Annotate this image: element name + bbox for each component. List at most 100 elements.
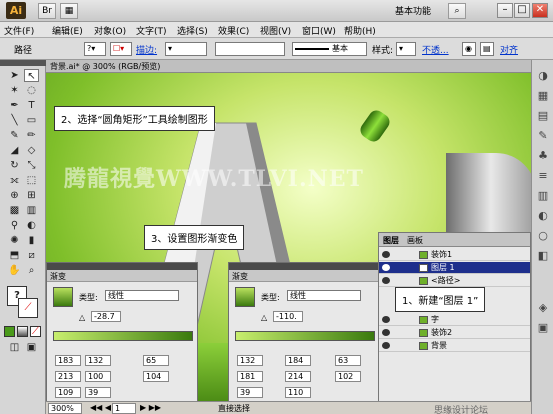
fill-swatch[interactable]: ?▾: [84, 42, 106, 56]
visibility-eye-icon[interactable]: [382, 277, 390, 284]
gradient-panel-icon[interactable]: ▥: [535, 188, 551, 204]
blob-brush-tool-icon[interactable]: ◢: [7, 144, 22, 157]
screen-mode-icon[interactable]: ▣: [24, 341, 39, 354]
close-button[interactable]: ✕: [532, 3, 548, 18]
draw-normal-icon[interactable]: ◫: [7, 341, 22, 354]
transparency-icon[interactable]: ◐: [535, 208, 551, 224]
type-tool-icon[interactable]: T: [24, 99, 39, 112]
gradient-swatch[interactable]: [235, 287, 255, 307]
bridge-button[interactable]: Br: [38, 3, 56, 19]
stop-value[interactable]: 102: [335, 371, 361, 382]
layers-panel-icon[interactable]: ◈: [535, 300, 551, 316]
width-tool-icon[interactable]: ⟗: [7, 174, 22, 187]
tab-layers[interactable]: 图层: [383, 235, 399, 246]
graphic-styles-icon[interactable]: ◧: [535, 248, 551, 264]
appearance-icon[interactable]: ○: [535, 228, 551, 244]
stop-value[interactable]: 132: [237, 355, 263, 366]
document-tab[interactable]: 背景.ai* @ 300% (RGB/预览): [50, 61, 160, 72]
artboard-tool-icon[interactable]: ⬒: [7, 249, 22, 262]
tab-gradient[interactable]: 渐变: [50, 271, 66, 282]
column-graph-tool-icon[interactable]: ▮: [24, 234, 39, 247]
eyedropper-tool-icon[interactable]: ⚲: [7, 219, 22, 232]
stop-value[interactable]: 183: [55, 355, 81, 366]
page-select[interactable]: 1: [112, 403, 136, 414]
symbol-sprayer-tool-icon[interactable]: ✺: [7, 234, 22, 247]
gradient-mode-icon[interactable]: [17, 326, 28, 337]
line-tool-icon[interactable]: ╲: [7, 114, 22, 127]
stop-value[interactable]: 109: [55, 387, 81, 398]
symbols-icon[interactable]: ♣: [535, 148, 551, 164]
layer-row[interactable]: <路径>: [379, 275, 530, 287]
stroke-weight-input[interactable]: ▾: [165, 42, 207, 56]
green-rounded-rectangle[interactable]: [357, 107, 393, 145]
lasso-tool-icon[interactable]: ◌: [24, 84, 39, 97]
stop-value[interactable]: 104: [143, 371, 169, 382]
paintbrush-tool-icon[interactable]: ✎: [7, 129, 22, 142]
selection-tool-icon[interactable]: ➤: [7, 69, 22, 82]
artboards-panel-icon[interactable]: ▣: [535, 320, 551, 336]
brushes-icon[interactable]: ✎: [535, 128, 551, 144]
stop-value[interactable]: 39: [85, 387, 111, 398]
layer-row[interactable]: 装饰1: [379, 249, 530, 261]
stop-value[interactable]: 63: [335, 355, 361, 366]
tab-gradient[interactable]: 渐变: [232, 271, 248, 282]
menu-effect[interactable]: 效果(C): [218, 24, 249, 37]
pencil-tool-icon[interactable]: ✏: [24, 129, 39, 142]
blend-tool-icon[interactable]: ◐: [24, 219, 39, 232]
rotate-tool-icon[interactable]: ↻: [7, 159, 22, 172]
gradient-type-select[interactable]: 线性: [105, 290, 179, 301]
slice-tool-icon[interactable]: ⧄: [24, 249, 39, 262]
align-icon[interactable]: ▤: [480, 42, 494, 56]
gradient-type-select[interactable]: 线性: [287, 290, 361, 301]
menu-edit[interactable]: 编辑(E): [52, 24, 83, 37]
hand-tool-icon[interactable]: ✋: [7, 264, 22, 277]
stroke-color-icon[interactable]: ⟋: [18, 298, 38, 318]
color-panel-icon[interactable]: ◑: [535, 68, 551, 84]
menu-file[interactable]: 文件(F): [4, 24, 34, 37]
menu-window[interactable]: 窗口(W): [302, 24, 336, 37]
color-guide-icon[interactable]: ▦: [535, 88, 551, 104]
visibility-eye-icon[interactable]: [382, 316, 390, 323]
align-link[interactable]: 对齐: [500, 43, 518, 56]
gradient-ramp[interactable]: [235, 331, 375, 341]
menu-object[interactable]: 对象(O): [94, 24, 126, 37]
layer-row-selected[interactable]: 图层 1: [379, 262, 530, 274]
shape-builder-tool-icon[interactable]: ⊕: [7, 189, 22, 202]
stop-value[interactable]: 213: [55, 371, 81, 382]
perspective-grid-tool-icon[interactable]: ⊞: [24, 189, 39, 202]
stop-value[interactable]: 65: [143, 355, 169, 366]
zoom-select[interactable]: 300%: [48, 403, 82, 414]
stop-value[interactable]: 181: [237, 371, 263, 382]
direct-selection-tool-icon[interactable]: ↖: [24, 69, 39, 82]
panel-grip[interactable]: [47, 263, 197, 270]
scale-tool-icon[interactable]: ⤡: [24, 159, 39, 172]
gradient-tool-icon[interactable]: ▥: [24, 204, 39, 217]
visibility-eye-icon[interactable]: [382, 342, 390, 349]
stop-value[interactable]: 39: [237, 387, 263, 398]
workspace-switcher[interactable]: 基本功能: [395, 4, 431, 17]
maximize-button[interactable]: □: [514, 3, 530, 18]
panel-grip[interactable]: [229, 263, 379, 270]
stop-value[interactable]: 132: [85, 355, 111, 366]
menu-view[interactable]: 视图(V): [260, 24, 291, 37]
stroke-swatch[interactable]: ☐▾: [110, 42, 132, 56]
stop-value[interactable]: 214: [285, 371, 311, 382]
color-mode-icon[interactable]: [4, 326, 15, 337]
angle-input[interactable]: -110.: [273, 311, 303, 322]
zoom-tool-icon[interactable]: ⌕: [24, 264, 39, 277]
magic-wand-tool-icon[interactable]: ✶: [7, 84, 22, 97]
layer-row[interactable]: 背景: [379, 340, 530, 352]
tools-panel-header[interactable]: [0, 60, 46, 66]
pen-tool-icon[interactable]: ✒: [7, 99, 22, 112]
variable-width-select[interactable]: [215, 42, 285, 56]
prev-page-icon[interactable]: ◀◀ ◀: [90, 403, 111, 412]
stroke-link[interactable]: 描边:: [136, 43, 157, 56]
free-transform-tool-icon[interactable]: ⬚: [24, 174, 39, 187]
stop-value[interactable]: 184: [285, 355, 311, 366]
none-mode-icon[interactable]: ⟋: [30, 326, 41, 337]
next-page-icon[interactable]: ▶ ▶▶: [140, 403, 161, 412]
layer-row[interactable]: 字: [379, 314, 530, 326]
stroke-panel-icon[interactable]: ≡: [535, 168, 551, 184]
menu-type[interactable]: 文字(T): [136, 24, 167, 37]
menu-select[interactable]: 选择(S): [177, 24, 208, 37]
